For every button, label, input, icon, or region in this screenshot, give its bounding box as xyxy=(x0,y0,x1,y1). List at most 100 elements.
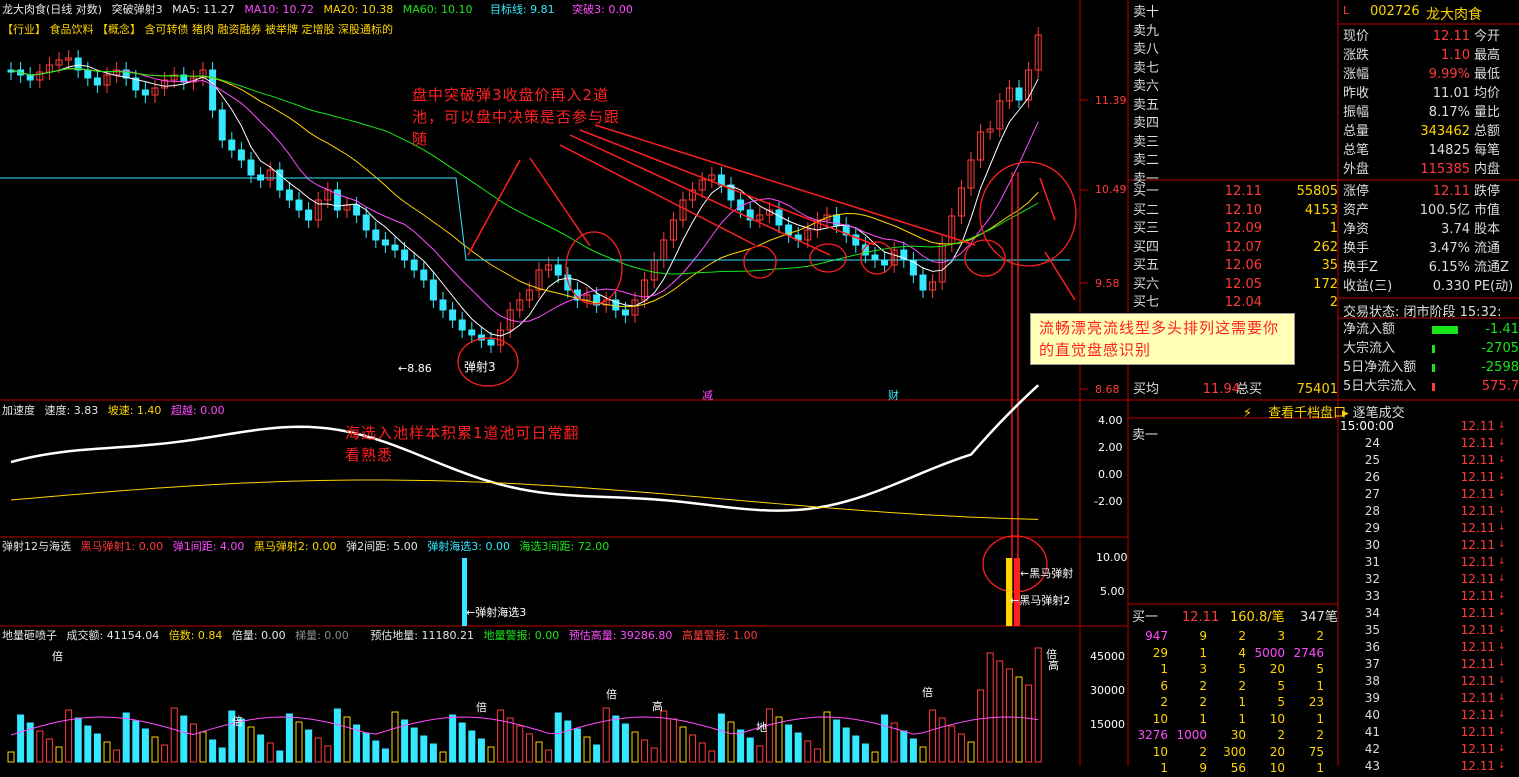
vol-tick-2: 30000 xyxy=(1090,684,1125,697)
candle-body xyxy=(247,159,255,176)
volume-bar xyxy=(122,712,130,763)
highlight-circle xyxy=(979,161,1077,267)
volume-bar xyxy=(583,736,591,763)
tick-arrow-icon: ↓ xyxy=(1498,642,1506,652)
tick-arrow-icon: ↓ xyxy=(1498,676,1506,686)
ask-row[interactable]: 卖二 xyxy=(1130,151,1338,170)
price-tick-3: 9.58 xyxy=(1095,277,1120,290)
volume-bar xyxy=(439,751,447,763)
vol-bl: 倍量: 0.00 xyxy=(231,629,286,642)
shoot-title[interactable]: 弹射12与海选 xyxy=(2,540,71,553)
tick-row: 36 12.11 ↓ xyxy=(1364,640,1506,654)
volume-bar xyxy=(477,738,485,763)
volume-bar xyxy=(737,729,745,763)
candle-body xyxy=(391,244,399,251)
queue-row: 62251 xyxy=(1160,678,1324,693)
volume-bar xyxy=(785,724,793,763)
breakout-value: 突破3: 0.00 xyxy=(572,3,633,16)
candle-body xyxy=(621,309,629,316)
view-depth-button[interactable]: ⚡ 查看千档盘口 xyxy=(1243,402,1346,421)
candle-body xyxy=(449,309,457,321)
accel-header: 加速度 速度: 3.83 坡速: 1.40 超越: 0.00 xyxy=(2,403,231,418)
accel-title[interactable]: 加速度 xyxy=(2,404,35,417)
stat-row: 昨收 11.01 均价 xyxy=(1343,86,1501,101)
accel-tick-1: 4.00 xyxy=(1098,414,1123,427)
bid-row[interactable]: 买一 12.11 55805 xyxy=(1130,182,1338,201)
shoot-g3: 海选3间距: 72.00 xyxy=(519,540,610,553)
tick-arrow-icon: ↓ xyxy=(1498,608,1506,618)
volume-bar xyxy=(689,734,697,763)
bid-row[interactable]: 买五 12.06 35 xyxy=(1130,256,1338,275)
tick-arrow-icon: ↓ xyxy=(1498,761,1506,771)
ask-row[interactable]: 卖三 xyxy=(1130,133,1338,152)
volume-bar xyxy=(881,714,889,763)
tick-arrow-icon: ↓ xyxy=(1498,710,1506,720)
stat-row: 净资 3.74 股本 xyxy=(1343,222,1501,237)
ask-row[interactable]: 卖八 xyxy=(1130,40,1338,59)
flow-bar xyxy=(1432,326,1458,334)
volume-bar xyxy=(919,746,927,763)
accel-tick-2: 2.00 xyxy=(1098,441,1123,454)
volume-bar xyxy=(189,723,197,763)
tick-arrow-icon: ↓ xyxy=(1498,421,1506,431)
shoot-label-sea: ←弹射海选3 xyxy=(466,606,527,619)
ask-row[interactable]: 卖十 xyxy=(1130,3,1338,22)
shoot-label-horse2: ←黑马弹射2 xyxy=(1010,594,1071,607)
price-tick-1: 11.39 xyxy=(1095,94,1127,107)
vol-dlw: 地量警报: 0.00 xyxy=(483,629,560,642)
volume-bar xyxy=(266,742,274,763)
ask-row[interactable]: 卖九 xyxy=(1130,22,1338,41)
flow-bar xyxy=(1432,364,1435,372)
stat-row: 涨停 12.11 跌停 xyxy=(1343,184,1501,199)
queue-row: 1 9 56 10 1 xyxy=(1160,761,1324,776)
bid-row[interactable]: 买四 12.07 262 xyxy=(1130,238,1338,257)
bid-row[interactable]: 买七 12.04 2 xyxy=(1130,293,1338,312)
ask-row[interactable]: 卖六 xyxy=(1130,77,1338,96)
candle-body xyxy=(93,77,101,86)
accel-tick-3: 0.00 xyxy=(1098,468,1123,481)
tick-row: 35 12.11 ↓ xyxy=(1364,623,1506,637)
bid-row[interactable]: 买三 12.09 1 xyxy=(1130,219,1338,238)
ma10-value: MA10: 10.72 xyxy=(244,3,315,16)
tick-arrow-icon: ↓ xyxy=(1498,472,1506,482)
volume-bar xyxy=(621,723,629,763)
indicator-name[interactable]: 突破弹射3 xyxy=(112,3,163,16)
tick-row: 42 12.11 ↓ xyxy=(1364,742,1506,756)
stat-row: 现价 12.11 今开 xyxy=(1343,29,1501,44)
stat-row: 涨跌 1.10 最高 xyxy=(1343,48,1501,63)
ask-row[interactable]: 卖七 xyxy=(1130,59,1338,78)
vol-title[interactable]: 地量砸喷子 xyxy=(2,629,57,642)
ask-row[interactable]: 卖四 xyxy=(1130,114,1338,133)
shoot-tick-2: 5.00 xyxy=(1100,585,1125,598)
volume-bar xyxy=(381,748,389,763)
tick-row: 38 12.11 ↓ xyxy=(1364,674,1506,688)
volume-bar xyxy=(564,720,572,763)
tick-row: 33 12.11 ↓ xyxy=(1364,589,1506,603)
volume-bar xyxy=(487,746,495,763)
candle-body xyxy=(74,57,82,71)
queue-row: 1 3 5 20 5 xyxy=(1160,662,1324,677)
candle-body xyxy=(372,229,380,241)
tick-row: 28 12.11 ↓ xyxy=(1364,504,1506,518)
concept-tags[interactable]: 【行业】 食品饮料 【概念】 含可转债 猪肉 融资融券 被举牌 定增股 深股通标… xyxy=(2,22,393,37)
lightning-icon: ⚡ xyxy=(1243,406,1253,421)
queue-grid: 947 9 2 3 2 29 1 4 5000 2746 1 3 5 20 5 6 2 2 5 1 2 2 1 5 23 10 1 1… xyxy=(1132,628,1327,777)
volume-bar xyxy=(333,708,341,763)
tick-arrow-icon: ↓ xyxy=(1498,523,1506,533)
volume-bar xyxy=(650,747,658,763)
price-tick-4: 8.68 xyxy=(1095,383,1120,396)
tick-row: 15:00:00 12.11 ↓ xyxy=(1340,419,1506,433)
main-header: 龙大肉食(日线 对数) 突破弹射3 MA5: 11.27 MA10: 10.72… xyxy=(2,2,639,17)
ask-row[interactable]: 卖五 xyxy=(1130,96,1338,115)
target-line xyxy=(0,177,1070,261)
volume-bar xyxy=(132,720,140,763)
stock-code: 002726 xyxy=(1370,4,1420,19)
bid-row[interactable]: 买六 12.05 172 xyxy=(1130,275,1338,294)
circle-label: 弹射3 xyxy=(464,360,496,374)
tick-row: 34 12.11 ↓ xyxy=(1364,606,1506,620)
bid-row[interactable]: 买二 12.10 4153 xyxy=(1130,201,1338,220)
flow-row: 净流入额 -1.41 xyxy=(1343,322,1519,337)
vol-tick-3: 15000 xyxy=(1090,718,1125,731)
candle-body xyxy=(237,149,245,161)
queue-row: 2 2 1 5 23 xyxy=(1160,695,1324,710)
